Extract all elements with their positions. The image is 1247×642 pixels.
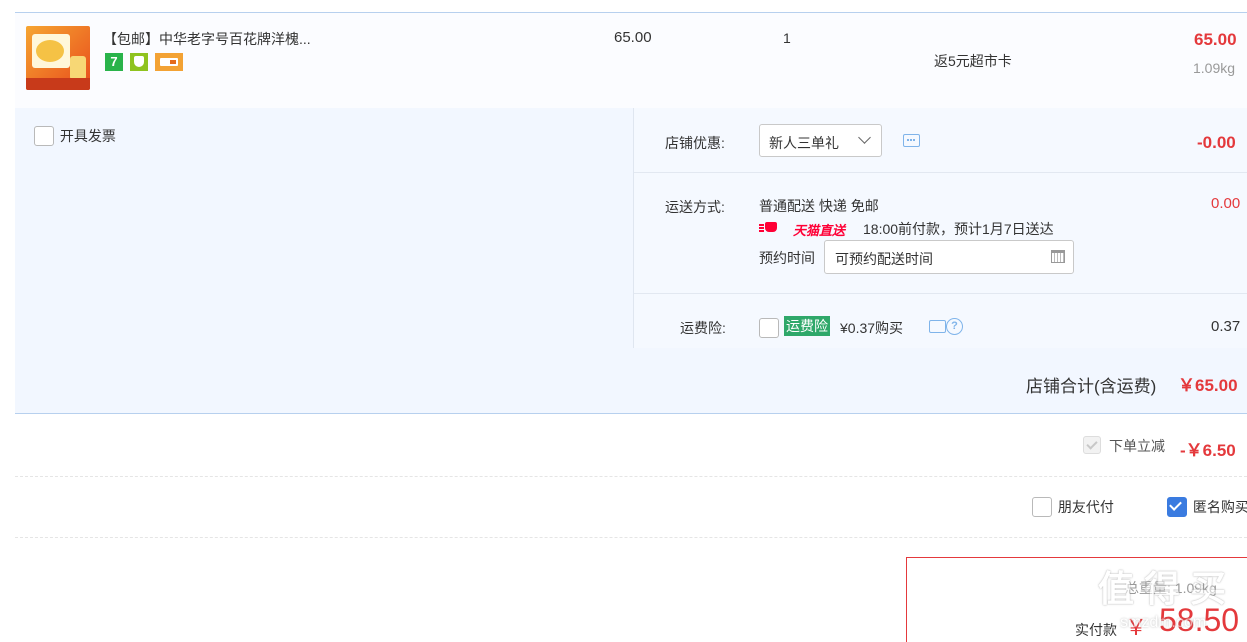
service-badges: 7: [105, 53, 183, 71]
card-payment-icon: [154, 53, 183, 71]
instant-discount-checkbox: [1083, 436, 1101, 455]
row-divider: [634, 172, 1247, 173]
unit-price: 65.00: [614, 29, 652, 46]
discount-comment-icon[interactable]: [903, 134, 920, 147]
seven-day-return-icon: 7: [105, 53, 123, 71]
shop-total-amount: ￥65.00: [1178, 376, 1238, 395]
shop-total-label: 店铺合计(含运费): [1026, 377, 1157, 396]
shop-discount-select[interactable]: 新人三单礼: [759, 124, 882, 157]
help-icon[interactable]: ?: [946, 318, 963, 335]
item-subtotal: 65.00: [1194, 30, 1237, 49]
insurance-label: 运费险:: [680, 320, 726, 336]
insurance-comment-icon[interactable]: [929, 320, 946, 333]
anonymous-label: 匿名购买: [1192, 499, 1247, 515]
shipping-eta: 18:00前付款，预计1月7日送达: [863, 221, 1054, 237]
chevron-down-icon: [858, 131, 871, 144]
pay-options-row: 朋友代付 匿名购买: [15, 477, 1247, 538]
row-divider: [634, 293, 1247, 294]
shipping-amount: 0.00: [1211, 195, 1241, 212]
invoice-checkbox[interactable]: [34, 126, 54, 146]
pay-amount: 58.50: [1159, 602, 1240, 638]
invoice-label: 开具发票: [59, 128, 116, 144]
instant-discount-row: 下单立减 -￥6.50: [15, 414, 1247, 477]
product-title-link[interactable]: 【包邮】中华老字号百花牌洋槐...: [103, 29, 311, 49]
calendar-icon[interactable]: [1051, 250, 1065, 263]
insurance-tag: 运费险: [784, 316, 830, 336]
anonymous-checkbox[interactable]: [1167, 497, 1187, 517]
quantity: 1: [783, 30, 791, 46]
order-options-panel: 开具发票 店铺优惠: 新人三单礼 -0.00 运送方式: 普通配送 快递 免邮 …: [15, 108, 1247, 348]
shop-total-row: 店铺合计(含运费) ￥65.00: [15, 348, 1247, 414]
insurance-price[interactable]: ¥0.37购买: [840, 318, 903, 338]
tmall-direct-brand: 天猫直送: [793, 223, 846, 238]
schedule-placeholder: 可预约配送时间: [835, 251, 933, 267]
shop-discount-selected: 新人三单礼: [769, 135, 839, 151]
anonymous-option[interactable]: 匿名购买: [1167, 497, 1247, 517]
order-summary-box: 总重量: 1.09kg 实付款 ￥ 58.50: [906, 557, 1247, 642]
guarantee-icon: [129, 53, 148, 71]
item-weight: 1.09kg: [1193, 60, 1236, 76]
schedule-label: 预约时间: [759, 250, 815, 266]
friend-pay-option[interactable]: 朋友代付: [1032, 497, 1114, 517]
tmall-logo-icon: [759, 221, 777, 233]
total-weight-label: 总重量: 1.09kg: [1125, 580, 1217, 596]
shipping-label: 运送方式:: [665, 199, 725, 215]
schedule-input[interactable]: 可预约配送时间: [824, 240, 1074, 274]
instant-discount-amount: -￥6.50: [1180, 441, 1236, 460]
pay-label: 实付款: [1075, 622, 1117, 638]
shipping-method: 普通配送 快递 免邮: [759, 198, 879, 214]
insurance-checkbox[interactable]: [759, 318, 779, 338]
friend-pay-label: 朋友代付: [1057, 499, 1114, 515]
promo-text: 返5元超市卡: [934, 53, 1012, 69]
instant-discount-label: 下单立减: [1109, 438, 1165, 454]
invoice-option[interactable]: 开具发票: [34, 126, 116, 146]
product-row: 【包邮】中华老字号百花牌洋槐... 7 65.00 1 返5元超市卡 65.00…: [15, 12, 1247, 110]
insurance-amount: 0.37: [1211, 318, 1241, 335]
shop-discount-amount: -0.00: [1197, 133, 1236, 152]
pay-currency: ￥: [1125, 615, 1148, 640]
friend-pay-checkbox[interactable]: [1032, 497, 1052, 517]
shop-discount-label: 店铺优惠:: [665, 135, 725, 151]
product-thumbnail[interactable]: [26, 26, 90, 90]
